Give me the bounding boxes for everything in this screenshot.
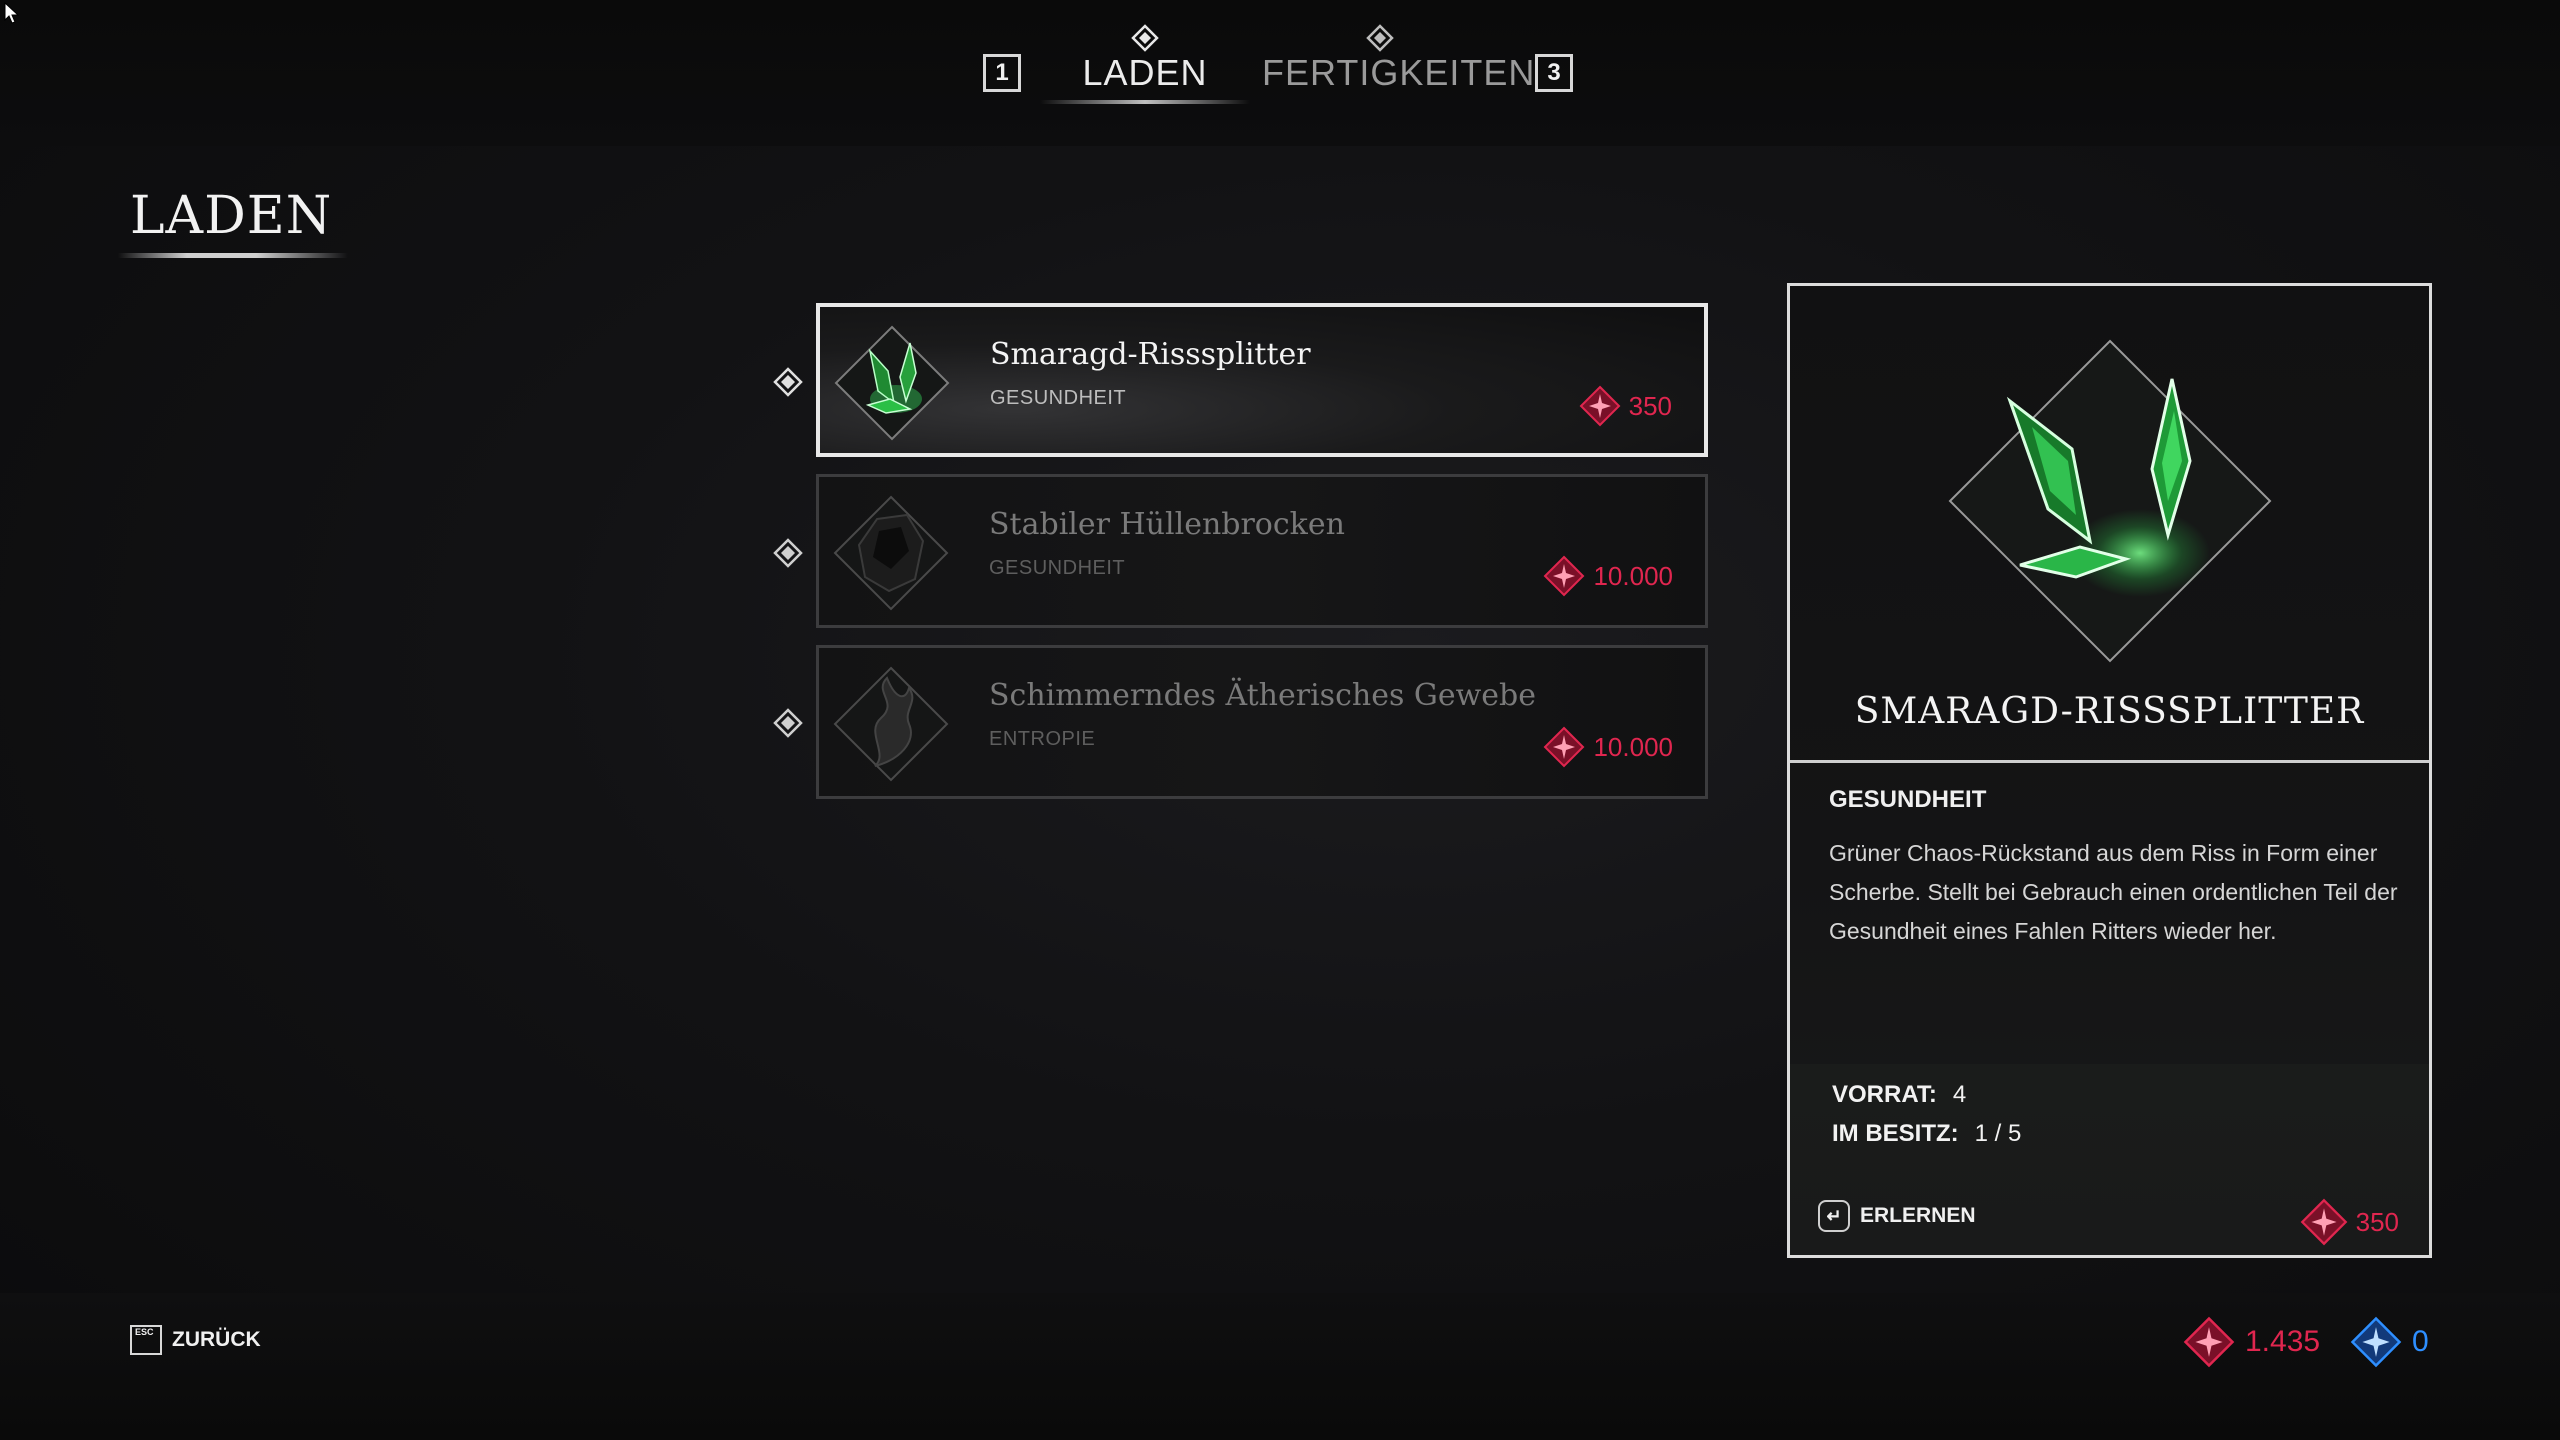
shop-item-schimmerndes-aetherisches-gewebe[interactable]: Schimmerndes Ätherisches Gewebe ENTROPIE… bbox=[816, 645, 1708, 799]
item-name: Stabiler Hüllenbrocken bbox=[989, 507, 1345, 542]
learn-button[interactable]: ↵ ERLERNEN bbox=[1818, 1200, 1976, 1232]
red-currency-value: 1.435 bbox=[2245, 1325, 2321, 1358]
back-button[interactable]: ESC ZURÜCK bbox=[130, 1325, 261, 1355]
item-name: Smaragd-Risssplitter bbox=[990, 337, 1311, 372]
item-category: GESUNDHEIT bbox=[989, 557, 1126, 579]
learn-label: ERLERNEN bbox=[1860, 1204, 1976, 1227]
red-crystal-currency-icon bbox=[1544, 726, 1585, 768]
stock-label: VORRAT: bbox=[1832, 1081, 1937, 1108]
back-label: ZURÜCK bbox=[172, 1328, 261, 1351]
red-currency-balance: 1.435 bbox=[2183, 1316, 2320, 1368]
red-crystal-currency-icon bbox=[2183, 1316, 2235, 1368]
emerald-shard-icon bbox=[834, 325, 950, 441]
row-marker-icon bbox=[773, 538, 803, 568]
red-crystal-currency-icon bbox=[1544, 555, 1585, 597]
detail-price: 350 bbox=[2300, 1198, 2399, 1246]
blue-currency-value: 0 bbox=[2412, 1325, 2429, 1358]
esc-key-icon: ESC bbox=[130, 1325, 162, 1355]
dark-rock-icon bbox=[833, 495, 949, 611]
tab-diamond-icon bbox=[1366, 24, 1394, 52]
stock-value: 4 bbox=[1952, 1081, 1967, 1108]
item-name: Schimmerndes Ätherisches Gewebe bbox=[989, 678, 1536, 713]
item-price: 10.000 bbox=[1543, 726, 1673, 768]
blue-currency-balance: 0 bbox=[2350, 1316, 2429, 1368]
item-category: GESUNDHEIT bbox=[990, 387, 1127, 409]
emerald-shard-large-icon bbox=[1948, 339, 2272, 663]
item-category: ENTROPIE bbox=[989, 728, 1096, 750]
item-price: 350 bbox=[1579, 385, 1672, 427]
detail-item-name: SMARAGD-RISSSPLITTER bbox=[1854, 691, 2365, 732]
blue-crystal-currency-icon bbox=[2350, 1316, 2402, 1368]
owned-value: 1 / 5 bbox=[1974, 1120, 2022, 1147]
owned-stat: IM BESITZ: 1 / 5 bbox=[1832, 1120, 2021, 1148]
item-price-value: 10.000 bbox=[1593, 731, 1673, 762]
ether-wisp-icon bbox=[833, 666, 949, 782]
title-underline bbox=[118, 253, 348, 258]
detail-description: Grüner Chaos-Rückstand aus dem Riss in F… bbox=[1829, 840, 2398, 944]
bottom-bar bbox=[0, 1293, 2560, 1440]
tab-laden[interactable]: LADEN bbox=[1070, 52, 1220, 102]
enter-key-icon: ↵ bbox=[1818, 1200, 1850, 1232]
stock-stat: VORRAT: 4 bbox=[1832, 1081, 1966, 1109]
tab-prev-key-hint[interactable]: 1 bbox=[983, 54, 1021, 92]
row-marker-icon bbox=[773, 367, 803, 397]
item-detail-panel: SMARAGD-RISSSPLITTER GESUNDHEIT Grüner C… bbox=[1787, 283, 2432, 1258]
tab-fertigkeiten[interactable]: FERTIGKEITEN bbox=[1262, 52, 1534, 102]
detail-separator bbox=[1790, 760, 2429, 763]
detail-price-value: 350 bbox=[2355, 1206, 2399, 1237]
shop-item-stabiler-huellenbrocken[interactable]: Stabiler Hüllenbrocken GESUNDHEIT 10.000 bbox=[816, 474, 1708, 628]
red-crystal-currency-icon bbox=[1579, 385, 1621, 427]
tab-next-key-hint[interactable]: 3 bbox=[1535, 54, 1573, 92]
tab-diamond-icon bbox=[1131, 24, 1159, 52]
shop-item-smaragd-risssplitter[interactable]: Smaragd-Risssplitter GESUNDHEIT 350 bbox=[816, 303, 1708, 457]
row-marker-icon bbox=[773, 708, 803, 738]
page-title: LADEN bbox=[130, 186, 333, 246]
active-tab-underline bbox=[1040, 100, 1250, 104]
red-crystal-currency-icon bbox=[2300, 1198, 2347, 1246]
item-price-value: 10.000 bbox=[1593, 560, 1673, 591]
item-price: 10.000 bbox=[1543, 555, 1673, 597]
mouse-cursor-icon bbox=[4, 2, 20, 24]
item-price-value: 350 bbox=[1628, 390, 1672, 421]
owned-label: IM BESITZ: bbox=[1832, 1120, 1959, 1147]
detail-category: GESUNDHEIT bbox=[1829, 786, 1987, 813]
